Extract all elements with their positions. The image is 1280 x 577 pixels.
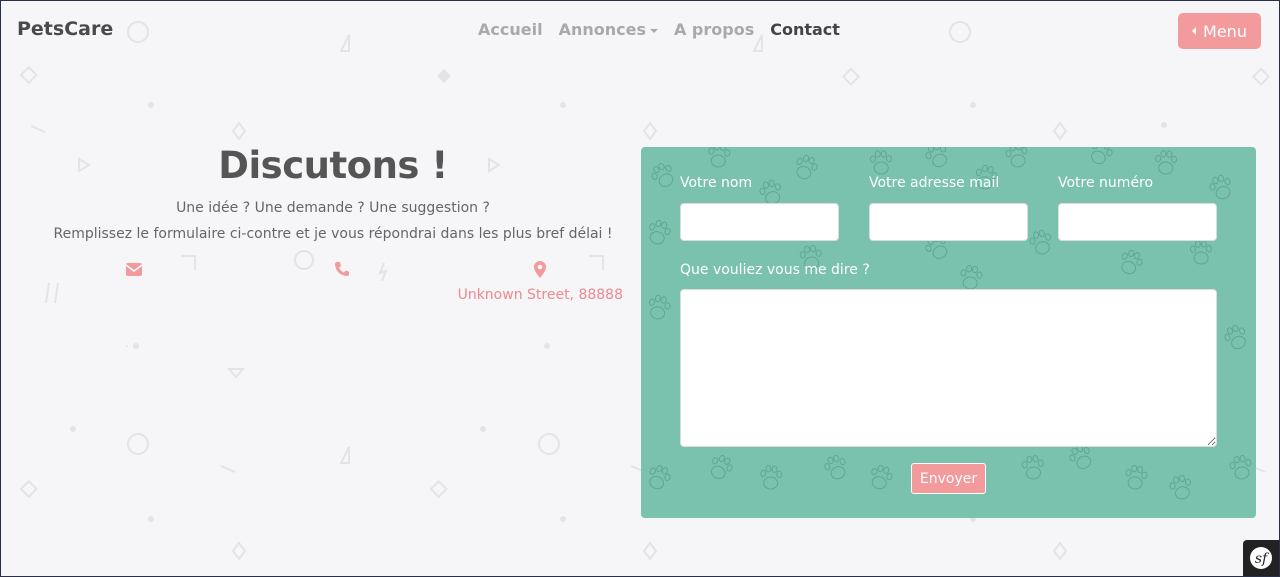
contact-form-card: Votre nom Votre adresse mail Votre numér… xyxy=(641,147,1256,518)
email-input[interactable] xyxy=(869,203,1028,241)
phone-icon xyxy=(334,261,350,281)
phone-input[interactable] xyxy=(1058,203,1217,241)
phone-label: Votre numéro xyxy=(1058,175,1154,191)
message-textarea[interactable] xyxy=(680,289,1217,447)
name-label: Votre nom xyxy=(680,175,753,191)
caret-left-icon xyxy=(1192,27,1197,35)
address-text: Unknown Street, 88888 xyxy=(457,287,623,303)
nav-link-a-propos[interactable]: A propos xyxy=(674,20,754,39)
intro-line-2: Remplissez le formulaire ci-contre et je… xyxy=(53,226,613,242)
contact-info: Unknown Street, 88888 xyxy=(23,257,643,317)
intro-text: Une idée ? Une demande ? Une suggestion … xyxy=(23,195,643,247)
contact-intro: Discutons ! Une idée ? Une demande ? Une… xyxy=(23,144,643,317)
message-label: Que vouliez vous me dire ? xyxy=(680,262,870,278)
nav-link-contact[interactable]: Contact xyxy=(770,20,840,39)
page-title: Discutons ! xyxy=(218,144,448,187)
submit-button[interactable]: Envoyer xyxy=(911,463,986,494)
email-label: Votre adresse mail xyxy=(869,175,1000,191)
symfony-toolbar-toggle[interactable]: sf xyxy=(1243,540,1279,576)
name-input[interactable] xyxy=(680,203,839,241)
map-marker-icon xyxy=(534,261,546,282)
nav-link-annonces-label: Annonces xyxy=(558,20,646,39)
nav-links: Accueil Annonces A propos Contact xyxy=(478,20,840,39)
intro-line-1: Une idée ? Une demande ? Une suggestion … xyxy=(176,200,490,216)
menu-button-label: Menu xyxy=(1203,21,1247,41)
navbar: PetsCare Accueil Annonces A propos Conta… xyxy=(1,1,1279,61)
chevron-down-icon xyxy=(649,28,658,33)
brand-logo[interactable]: PetsCare xyxy=(17,18,113,40)
symfony-icon: sf xyxy=(1250,547,1272,569)
nav-link-accueil[interactable]: Accueil xyxy=(478,20,543,39)
menu-button[interactable]: Menu xyxy=(1178,13,1261,49)
nav-link-annonces[interactable]: Annonces xyxy=(559,20,658,39)
envelope-icon xyxy=(125,261,143,280)
